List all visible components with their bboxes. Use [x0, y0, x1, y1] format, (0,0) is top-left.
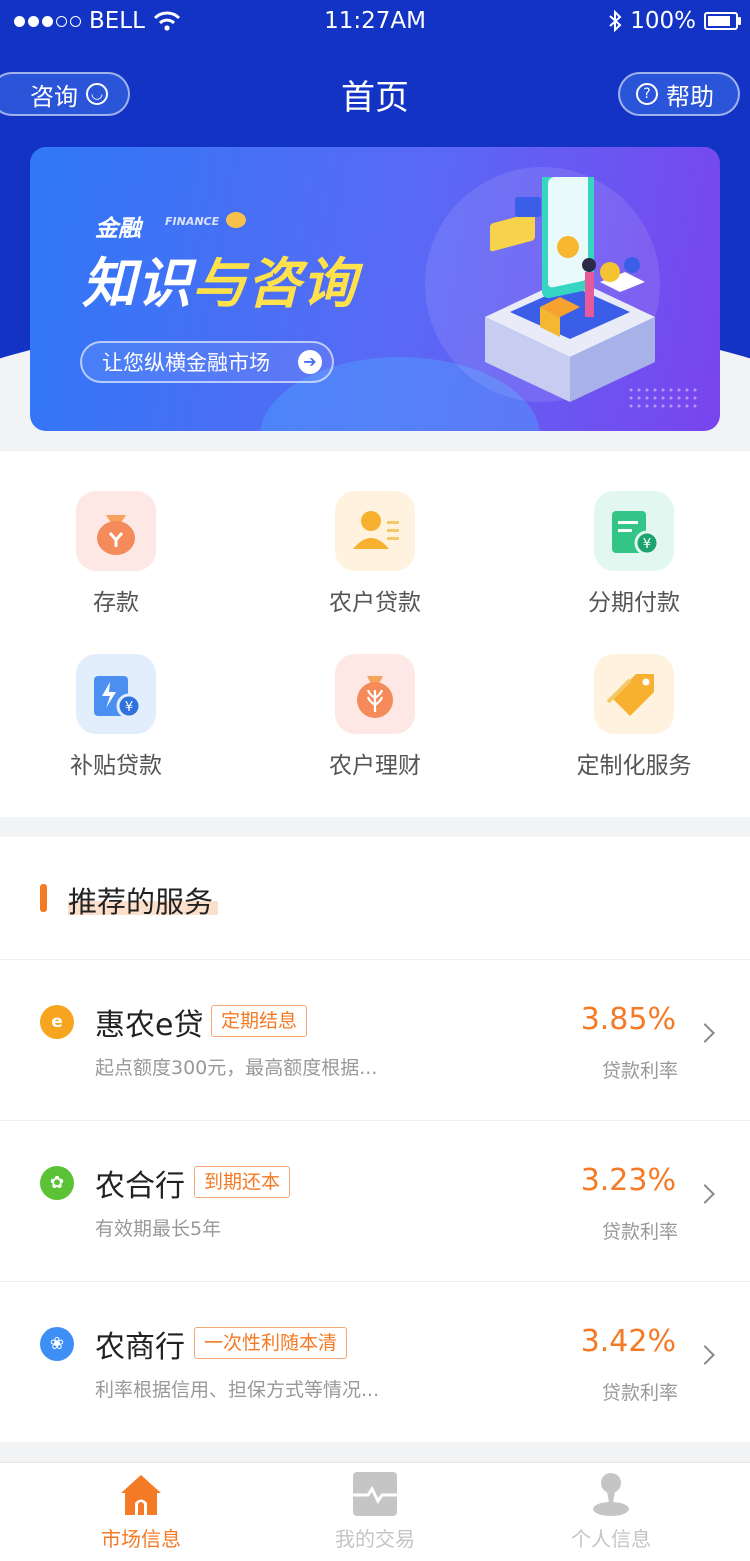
banner-title-yellow: 与咨询 [192, 252, 357, 315]
menu-item-farmer-loan[interactable]: 农户贷款 [245, 491, 505, 617]
service-name: 农合行 [95, 1169, 185, 1204]
recommend-row[interactable]: e 惠农e贷 定期结息 起点额度300元，最高额度根据... 3.85% 贷款利… [0, 960, 750, 1121]
recommend-row[interactable]: ❀ 农商行 一次性利随本清 利率根据信用、担保方式等情况... 3.42% 贷款… [0, 1282, 750, 1442]
rate-label: 贷款利率 [601, 1382, 678, 1404]
service-menu: 存款 农户贷款 ¥ 分期付款 ¥ 补贴贷款 农户理财 定制化服务 [0, 451, 750, 817]
service-rate: 3.23% [580, 1163, 676, 1198]
service-name: 惠农e贷 [95, 1008, 204, 1043]
farmer-user-icon [335, 491, 415, 571]
tab-label: 我的交易 [335, 1527, 415, 1551]
svg-text:¥: ¥ [643, 537, 651, 552]
tag-icon [594, 654, 674, 734]
bank-logo-icon: ❀ [40, 1327, 74, 1361]
banner-en-label: FINANCE [165, 215, 220, 228]
chevron-right-icon [695, 1345, 715, 1365]
question-icon: ? [636, 83, 658, 105]
svg-text:¥: ¥ [125, 700, 133, 715]
tab-market-info[interactable]: 市场信息 [21, 1471, 261, 1552]
service-rate: 3.42% [580, 1324, 676, 1359]
battery-percent: 100% [630, 8, 696, 34]
chevron-right-icon [695, 1184, 715, 1204]
menu-label: 定制化服务 [576, 753, 692, 779]
menu-label: 分期付款 [588, 590, 680, 616]
service-desc: 有效期最长5年 [95, 1218, 222, 1240]
recommend-header: 推荐的服务 [0, 837, 750, 960]
banner-title: 知识与咨询 [82, 239, 357, 318]
recommend-row[interactable]: ✿ 农合行 到期还本 有效期最长5年 3.23% 贷款利率 [0, 1121, 750, 1282]
menu-item-deposit[interactable]: 存款 [0, 491, 246, 617]
menu-item-farmer-finance[interactable]: 农户理财 [245, 654, 505, 780]
tab-bar: 市场信息 我的交易 个人信息 [0, 1462, 750, 1561]
tab-my-trades[interactable]: 我的交易 [255, 1471, 495, 1552]
promo-banner[interactable]: 金融 FINANCE 知识与咨询 让您纵横金融市场 ➔ [30, 147, 720, 431]
menu-label: 存款 [93, 590, 139, 616]
home-icon [118, 1471, 164, 1517]
banner-title-white: 知识 [82, 252, 192, 315]
money-bag-icon [76, 491, 156, 571]
menu-label: 农户理财 [329, 753, 421, 779]
tab-label: 市场信息 [101, 1527, 181, 1551]
battery-icon [704, 12, 741, 30]
rate-label: 贷款利率 [601, 1060, 678, 1082]
dots-pattern [629, 388, 697, 408]
service-name: 农商行 [95, 1330, 185, 1365]
menu-item-custom-service[interactable]: 定制化服务 [504, 654, 750, 780]
activity-icon [352, 1471, 398, 1517]
service-rate: 3.85% [580, 1002, 676, 1037]
service-tag: 定期结息 [211, 1005, 308, 1037]
menu-label: 农户贷款 [329, 590, 421, 616]
service-desc: 利率根据信用、担保方式等情况... [95, 1379, 380, 1401]
help-label: 帮助 [666, 82, 714, 111]
service-tag: 到期还本 [194, 1166, 291, 1198]
help-button[interactable]: ? 帮助 [618, 72, 740, 116]
banner-small-title: 金融 [95, 216, 141, 242]
title-accent-bar [40, 884, 47, 912]
installment-icon: ¥ [594, 491, 674, 571]
status-bar: BELL 11:27AM 100% [0, 0, 750, 44]
coin-icon [226, 212, 246, 228]
service-tag: 一次性利随本清 [194, 1327, 348, 1359]
menu-label: 补贴贷款 [70, 753, 162, 779]
tab-label: 个人信息 [571, 1527, 651, 1551]
user-icon [588, 1471, 634, 1517]
recommend-title: 推荐的服务 [68, 885, 214, 919]
service-desc: 起点额度300元，最高额度根据... [95, 1057, 378, 1079]
phone-finance-illustration [485, 177, 655, 402]
leaf-icon: ✿ [40, 1166, 74, 1200]
chevron-right-icon [695, 1023, 715, 1043]
arrow-right-icon: ➔ [298, 350, 322, 374]
banner-cta-button[interactable]: 让您纵横金融市场 ➔ [80, 341, 334, 383]
rate-label: 贷款利率 [601, 1221, 678, 1243]
status-right: 100% [608, 8, 741, 34]
e-loan-icon: e [40, 1005, 74, 1039]
banner-cta-label: 让您纵横金融市场 [102, 351, 270, 375]
subsidy-icon: ¥ [76, 654, 156, 734]
menu-item-subsidy-loan[interactable]: ¥ 补贴贷款 [0, 654, 246, 780]
grain-bag-icon [335, 654, 415, 734]
menu-item-installment[interactable]: ¥ 分期付款 [504, 491, 750, 617]
bluetooth-icon [609, 10, 622, 32]
recommend-section: 推荐的服务 e 惠农e贷 定期结息 起点额度300元，最高额度根据... 3.8… [0, 837, 750, 1442]
tab-personal-info[interactable]: 个人信息 [491, 1471, 731, 1552]
